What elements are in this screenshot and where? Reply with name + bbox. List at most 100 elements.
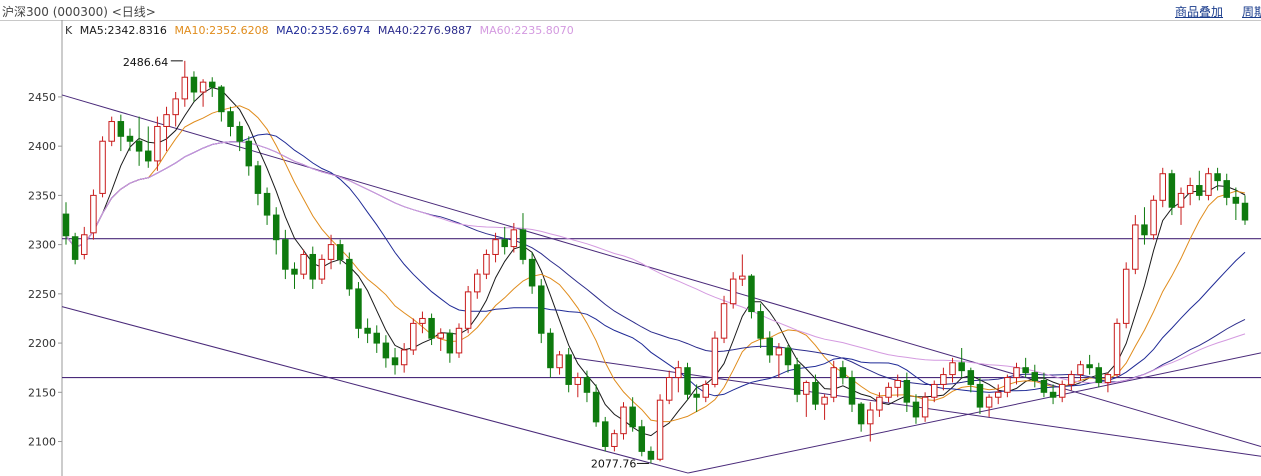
candle-body — [876, 396, 883, 411]
candle-body — [1068, 374, 1075, 385]
candle-body — [1150, 199, 1157, 236]
y-tick-label: 2150 — [28, 386, 56, 399]
candle-body — [757, 311, 764, 339]
candle-body — [336, 244, 344, 260]
candle-body — [181, 76, 189, 100]
candle-body — [1031, 372, 1039, 381]
candle-body — [400, 349, 408, 366]
candle-body — [1241, 202, 1249, 221]
period-link[interactable]: 周期 — [1242, 3, 1261, 20]
candle-body — [346, 258, 353, 290]
candle-body — [1196, 185, 1203, 196]
candle-body — [199, 81, 207, 93]
candle-body — [611, 433, 618, 447]
candle-body — [693, 393, 700, 398]
y-tick-label: 2200 — [28, 337, 56, 350]
candle-body — [1122, 268, 1130, 324]
candle-body — [729, 278, 737, 305]
candle-body — [1214, 173, 1221, 182]
candle-body — [419, 317, 426, 324]
candle-body — [528, 258, 536, 287]
candle-body — [291, 268, 298, 275]
chart-header: 沪深300 (000300) <日线> 商品叠加 周期 — [0, 0, 1261, 21]
high-price-label: 2486.64 — [123, 56, 169, 69]
candle-body — [71, 236, 79, 260]
candle-body — [318, 258, 326, 280]
candle-body — [99, 140, 106, 194]
candle-body — [309, 253, 317, 280]
candle-body — [931, 383, 938, 398]
candle-body — [1058, 383, 1066, 398]
trend-line — [61, 306, 689, 474]
candle-body — [720, 303, 728, 339]
candle-body — [501, 239, 508, 248]
candle-body — [775, 347, 783, 356]
candle-body — [1205, 173, 1212, 196]
candle-body — [894, 379, 901, 388]
candle-body — [437, 332, 444, 339]
trend-line — [687, 352, 1261, 474]
candle-body — [547, 332, 554, 369]
candle-body — [885, 386, 892, 398]
candle-body — [272, 214, 280, 241]
candle-body — [949, 362, 956, 376]
candle-body — [601, 421, 609, 447]
candle-body — [839, 367, 847, 379]
candle-body — [702, 383, 710, 398]
candle-body — [1141, 224, 1148, 236]
candle-body — [455, 327, 463, 354]
candle-body — [126, 135, 134, 142]
candle-body — [245, 140, 253, 167]
candle-body — [483, 253, 490, 275]
candle-body — [519, 229, 527, 260]
candle-body — [830, 367, 837, 398]
ma40-line — [65, 141, 1246, 385]
candle-body — [574, 377, 582, 385]
candle-body — [1086, 364, 1093, 369]
candle-body — [391, 357, 399, 366]
candle-body — [135, 140, 143, 152]
candle-body — [620, 406, 627, 435]
candle-body — [300, 253, 307, 275]
candle-body — [803, 381, 810, 395]
candle-body — [1223, 180, 1230, 198]
candle-body — [665, 377, 673, 401]
candle-body — [327, 244, 335, 260]
candle-body — [656, 399, 664, 460]
candle-body — [145, 150, 152, 162]
candle-body — [282, 239, 289, 270]
candle-body — [1004, 377, 1011, 393]
candle-body — [510, 229, 518, 248]
chart-title: 沪深300 (000300) <日线> — [2, 5, 156, 19]
candle-body — [1113, 322, 1121, 376]
candle-body — [940, 374, 947, 385]
candle-body — [638, 426, 646, 452]
candle-body — [1040, 379, 1048, 393]
candle-body — [474, 273, 481, 293]
candle-body — [190, 76, 198, 93]
candle-body — [812, 381, 819, 405]
candle-body — [848, 377, 856, 405]
candle-body — [976, 383, 984, 408]
candle-body — [903, 379, 911, 403]
y-tick-label: 2100 — [28, 436, 56, 449]
candle-body — [1186, 185, 1194, 194]
candle-body — [793, 364, 801, 395]
candle-body — [254, 165, 262, 194]
candle-body — [1104, 374, 1112, 383]
candle-body — [263, 192, 271, 216]
candle-body — [748, 275, 755, 313]
candle-body — [583, 377, 591, 393]
candle-body — [81, 234, 88, 255]
candle-body — [958, 362, 965, 372]
candle-body — [684, 367, 691, 395]
candle-body — [857, 403, 865, 425]
candle-body — [921, 396, 929, 418]
overlay-commodity-link[interactable]: 商品叠加 — [1175, 3, 1223, 20]
candle-body — [867, 409, 874, 425]
y-tick-label: 2450 — [28, 91, 56, 104]
candle-body — [492, 239, 499, 255]
candle-body — [62, 213, 70, 237]
candle-body — [675, 367, 682, 379]
y-tick-label: 2350 — [28, 189, 56, 202]
